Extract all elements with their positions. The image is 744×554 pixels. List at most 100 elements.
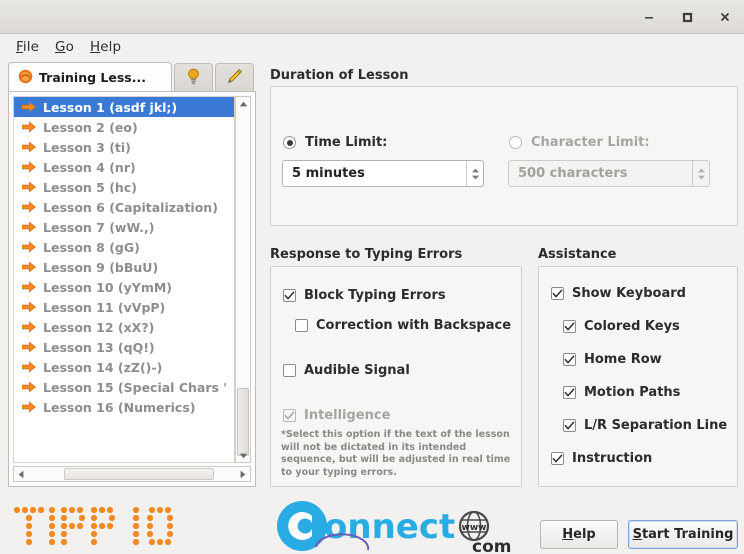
list-item-label: Lesson 15 (Special Chars ' xyxy=(43,379,228,395)
arrow-right-icon xyxy=(21,221,37,233)
arrow-right-icon xyxy=(21,361,37,373)
tab-pencil[interactable] xyxy=(215,63,254,92)
time-limit-spinner[interactable]: 5 minutes xyxy=(282,160,484,187)
character-limit-spin-buttons[interactable] xyxy=(692,161,709,186)
list-item-label: Lesson 10 (yYmM) xyxy=(43,279,172,295)
tab-lightbulb[interactable] xyxy=(174,63,213,92)
arrow-right-icon xyxy=(21,121,37,133)
scroll-up-icon[interactable] xyxy=(236,97,250,110)
menu-file[interactable]: File xyxy=(9,37,48,57)
scroll-left-icon[interactable] xyxy=(14,467,28,481)
list-item[interactable]: Lesson 11 (vVpP) xyxy=(14,297,234,317)
list-item[interactable]: Lesson 10 (yYmM) xyxy=(14,277,234,297)
arrow-right-icon xyxy=(21,161,37,173)
show-keyboard-label: Show Keyboard xyxy=(572,286,686,301)
time-limit-radio[interactable] xyxy=(283,136,296,149)
list-item-label: Lesson 3 (ti) xyxy=(43,139,131,155)
list-item[interactable]: Lesson 3 (ti) xyxy=(14,137,234,157)
audible-signal-row[interactable]: Audible Signal xyxy=(283,363,410,378)
list-item-label: Lesson 14 (zZ()-) xyxy=(43,359,163,375)
list-item[interactable]: Lesson 12 (xX?) xyxy=(14,317,234,337)
home-row-label: Home Row xyxy=(584,352,662,367)
list-item[interactable]: Lesson 14 (zZ()-) xyxy=(14,357,234,377)
lesson-list-vertical-scrollbar[interactable] xyxy=(235,96,251,463)
maximize-button[interactable] xyxy=(668,0,706,34)
scroll-right-icon[interactable] xyxy=(236,467,250,481)
menu-bar: File Go Help xyxy=(0,34,744,60)
correction-with-backspace-row[interactable]: Correction with Backspace xyxy=(295,318,511,333)
list-item[interactable]: Lesson 13 (qQ!) xyxy=(14,337,234,357)
close-button[interactable] xyxy=(706,0,744,34)
menu-go-mnemonic: G xyxy=(55,39,66,55)
list-item-label: Lesson 2 (eo) xyxy=(43,119,138,135)
instruction-label: Instruction xyxy=(572,451,653,466)
list-item-label: Lesson 8 (gG) xyxy=(43,239,140,255)
spin-down-icon xyxy=(697,175,705,179)
tab-training-lessons[interactable]: Training Less... xyxy=(8,62,172,92)
tipp10-logo: TIPP 10 xyxy=(12,505,192,547)
arrow-right-icon xyxy=(21,141,37,153)
lightbulb-icon xyxy=(186,68,201,88)
menu-file-rest: ile xyxy=(22,39,39,55)
menu-help[interactable]: Help xyxy=(83,37,130,57)
intelligence-label: Intelligence xyxy=(304,408,391,423)
vertical-scroll-thumb[interactable] xyxy=(237,388,249,456)
motion-paths-checkbox[interactable] xyxy=(563,386,576,399)
list-item-label: Lesson 5 (hc) xyxy=(43,179,137,195)
list-item[interactable]: Lesson 8 (gG) xyxy=(14,237,234,257)
title-bar xyxy=(0,0,744,34)
scroll-down-icon[interactable] xyxy=(236,449,250,462)
lesson-list-horizontal-scrollbar[interactable] xyxy=(13,466,251,482)
audible-signal-checkbox[interactable] xyxy=(283,364,296,377)
list-item[interactable]: Lesson 6 (Capitalization) xyxy=(14,197,234,217)
list-item[interactable]: Lesson 5 (hc) xyxy=(14,177,234,197)
tipp10-main-window: File Go Help Training Less... Lesson 1 (… xyxy=(0,0,744,554)
svg-text:onnect: onnect xyxy=(324,507,455,547)
menu-go[interactable]: Go xyxy=(48,37,83,57)
block-typing-errors-checkbox[interactable] xyxy=(283,289,296,302)
intelligence-note: *Select this option if the text of the l… xyxy=(281,429,511,478)
list-item[interactable]: Lesson 2 (eo) xyxy=(14,117,234,137)
start-training-button-mnemonic: S xyxy=(632,527,642,542)
time-limit-radio-row[interactable]: Time Limit: xyxy=(283,135,387,150)
lesson-list[interactable]: Lesson 1 (asdf jkl;) Lesson 2 (eo) Lesso… xyxy=(13,96,235,463)
home-row-checkbox[interactable] xyxy=(563,353,576,366)
correction-with-backspace-checkbox[interactable] xyxy=(295,319,308,332)
intelligence-checkbox xyxy=(283,409,296,422)
help-button[interactable]: Help xyxy=(540,520,618,549)
colored-keys-row[interactable]: Colored Keys xyxy=(563,319,680,334)
instruction-checkbox[interactable] xyxy=(551,452,564,465)
show-keyboard-checkbox[interactable] xyxy=(551,287,564,300)
connect-sponsor-logo[interactable]: onnect www com Connect com www xyxy=(272,500,512,554)
home-row-row[interactable]: Home Row xyxy=(563,352,662,367)
minimize-button[interactable] xyxy=(630,0,668,34)
lesson-panel: Training Less... Lesson 1 (asdf jkl;) Le… xyxy=(8,62,256,487)
list-item[interactable]: Lesson 15 (Special Chars ' xyxy=(14,377,234,397)
list-item[interactable]: Lesson 16 (Numerics) xyxy=(14,397,234,417)
list-item[interactable]: Lesson 7 (wW.,) xyxy=(14,217,234,237)
horizontal-scroll-thumb[interactable] xyxy=(64,468,214,480)
list-item[interactable]: Lesson 4 (nr) xyxy=(14,157,234,177)
list-item-label: Lesson 1 (asdf jkl;) xyxy=(43,99,178,115)
character-limit-spinner[interactable]: 500 characters xyxy=(508,160,710,187)
character-limit-radio-row[interactable]: Character Limit: xyxy=(509,135,650,150)
lr-separation-line-row[interactable]: L/R Separation Line xyxy=(563,418,727,433)
time-limit-spin-buttons[interactable] xyxy=(466,161,483,186)
start-training-button[interactable]: Start Training xyxy=(628,520,738,549)
motion-paths-row[interactable]: Motion Paths xyxy=(563,385,680,400)
arrow-right-icon xyxy=(21,381,37,393)
show-keyboard-row[interactable]: Show Keyboard xyxy=(551,286,686,301)
arrow-right-icon xyxy=(21,401,37,413)
spin-up-icon xyxy=(471,168,479,172)
block-typing-errors-row[interactable]: Block Typing Errors xyxy=(283,288,446,303)
list-item[interactable]: Lesson 1 (asdf jkl;) xyxy=(14,97,234,117)
motion-paths-label: Motion Paths xyxy=(584,385,681,400)
arrow-right-icon xyxy=(21,261,37,273)
colored-keys-checkbox[interactable] xyxy=(563,320,576,333)
lr-separation-line-checkbox[interactable] xyxy=(563,419,576,432)
list-item[interactable]: Lesson 9 (bBuU) xyxy=(14,257,234,277)
instruction-row[interactable]: Instruction xyxy=(551,451,652,466)
vertical-scroll-track[interactable] xyxy=(236,110,250,456)
menu-file-mnemonic: F xyxy=(16,39,23,55)
character-limit-radio[interactable] xyxy=(509,136,522,149)
